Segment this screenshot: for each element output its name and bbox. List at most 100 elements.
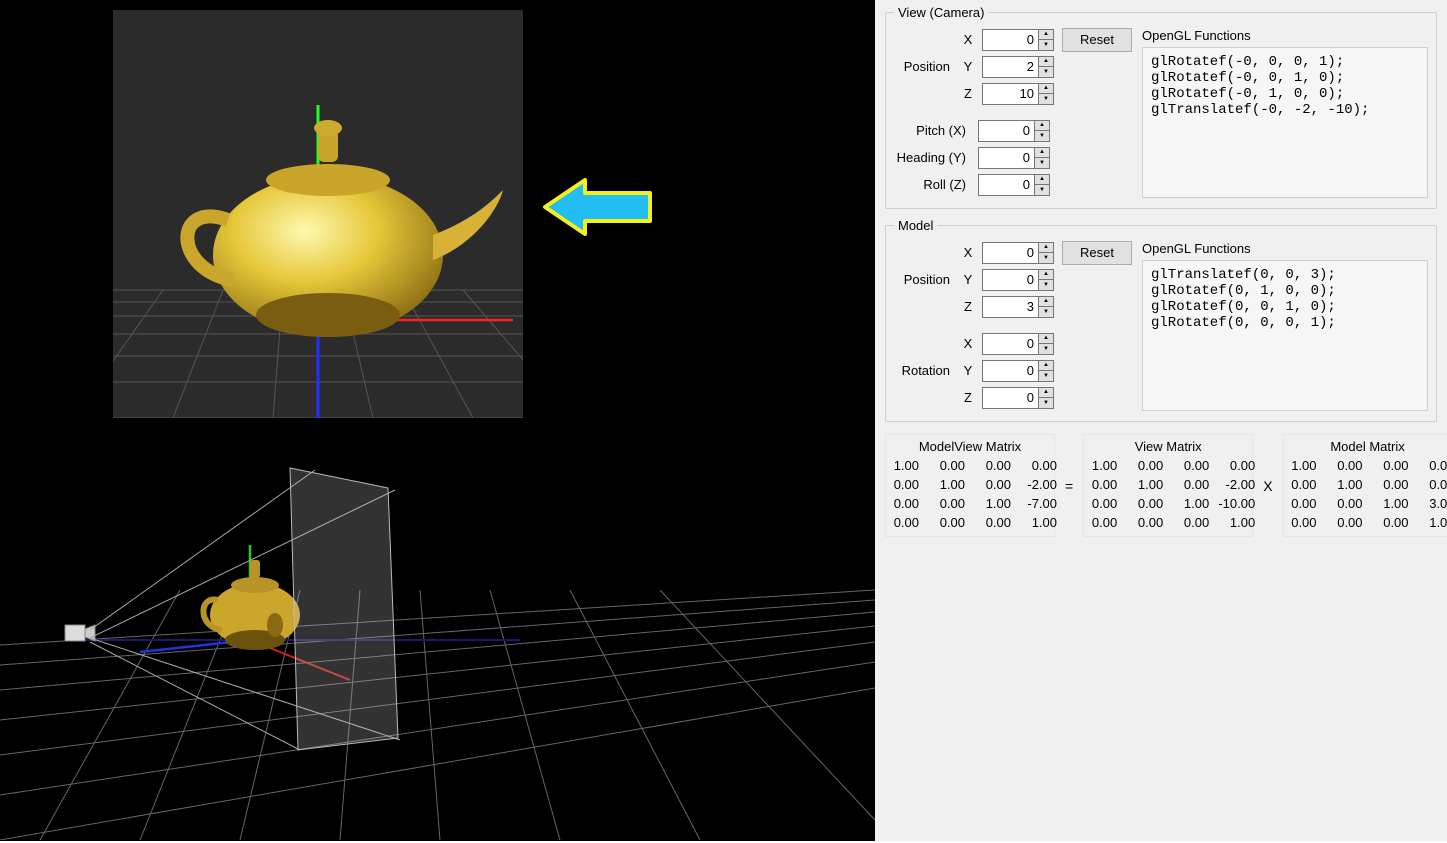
view-x-label: X [962,32,974,47]
model-pos-y-input[interactable] [982,269,1038,291]
matrix-cell: 0.00 [881,477,921,492]
matrix-cell: 0.00 [927,515,967,530]
view-roll-spinner[interactable]: ▲▼ [978,174,1050,196]
model-pos-x-spinner[interactable]: ▲▼ [982,242,1054,264]
mv-grid: 1.000.000.000.000.001.000.00-2.000.000.0… [881,458,1059,530]
model-reset-button[interactable]: Reset [1062,241,1132,265]
spin-up-icon[interactable]: ▲ [1038,387,1054,398]
view-pos-x-spinner[interactable]: ▲▼ [982,29,1054,51]
m-title: Model Matrix [1330,435,1404,458]
model-x-label: X [962,245,974,260]
camera-viewport[interactable] [113,10,523,418]
spin-up-icon[interactable]: ▲ [1038,296,1054,307]
matrix-cell: 3.00 [1417,496,1447,511]
matrix-cell: 1.00 [881,458,921,473]
spin-up-icon[interactable]: ▲ [1034,147,1050,158]
matrix-cell: 1.00 [927,477,967,492]
model-position-label: Position [894,272,954,287]
spin-down-icon[interactable]: ▼ [1038,306,1054,318]
model-z-label: Z [962,299,974,314]
model-pos-z-input[interactable] [982,296,1038,318]
matrix-cell: -10.00 [1217,496,1257,511]
matrix-cell: 1.00 [1279,458,1319,473]
spin-up-icon[interactable]: ▲ [1034,120,1050,131]
spin-down-icon[interactable]: ▼ [1038,370,1054,382]
matrix-cell: 0.00 [1079,477,1119,492]
spin-down-icon[interactable]: ▼ [1034,130,1050,142]
matrix-cell: 1.00 [1079,458,1119,473]
matrix-cell: 1.00 [1371,496,1411,511]
view-heading-spinner[interactable]: ▲▼ [978,147,1050,169]
view-pos-y-input[interactable] [982,56,1038,78]
matrix-cell: 0.00 [1079,496,1119,511]
spin-down-icon[interactable]: ▼ [1038,397,1054,409]
view-roll-input[interactable] [978,174,1034,196]
matrix-cell: 0.00 [927,458,967,473]
spin-down-icon[interactable]: ▼ [1038,279,1054,291]
model-rot-z-spinner[interactable]: ▲▼ [982,387,1054,409]
matrix-cell: 0.00 [881,496,921,511]
matrix-cell: 0.00 [1325,515,1365,530]
matrix-cell: 0.00 [1171,515,1211,530]
world-viewport[interactable] [0,430,875,840]
mv-title: ModelView Matrix [919,435,1021,458]
view-y-label: Y [962,59,974,74]
view-matrix: View Matrix 1.000.000.000.000.001.000.00… [1083,434,1253,537]
equals-sign: = [1063,478,1075,494]
spin-down-icon[interactable]: ▼ [1034,157,1050,169]
view-z-label: Z [962,86,974,101]
matrix-cell: 1.00 [1217,515,1257,530]
spin-down-icon[interactable]: ▼ [1034,184,1050,196]
view-pos-z-spinner[interactable]: ▲▼ [982,83,1054,105]
matrix-cell: 1.00 [1417,515,1447,530]
view-group: View (Camera) X ▲▼ Reset Position Y [885,5,1437,209]
v-grid: 1.000.000.000.000.001.000.00-2.000.000.0… [1079,458,1257,530]
model-rot-y-spinner[interactable]: ▲▼ [982,360,1054,382]
spin-down-icon[interactable]: ▼ [1038,66,1054,78]
spin-up-icon[interactable]: ▲ [1034,174,1050,185]
model-rot-y-input[interactable] [982,360,1038,382]
view-heading-input[interactable] [978,147,1034,169]
arrow-icon [540,175,655,239]
matrix-cell: 0.00 [1371,477,1411,492]
spin-down-icon[interactable]: ▼ [1038,93,1054,105]
view-heading-label: Heading (Y) [894,150,970,165]
camera-scene [113,10,523,418]
spin-down-icon[interactable]: ▼ [1038,39,1054,51]
view-pos-x-input[interactable] [982,29,1038,51]
spin-up-icon[interactable]: ▲ [1038,269,1054,280]
spin-up-icon[interactable]: ▲ [1038,29,1054,40]
view-pos-z-input[interactable] [982,83,1038,105]
spin-up-icon[interactable]: ▲ [1038,333,1054,344]
model-pos-y-spinner[interactable]: ▲▼ [982,269,1054,291]
view-reset-button[interactable]: Reset [1062,28,1132,52]
spin-up-icon[interactable]: ▲ [1038,56,1054,67]
model-rot-z-input[interactable] [982,387,1038,409]
spin-up-icon[interactable]: ▲ [1038,83,1054,94]
matrix-cell: 0.00 [1171,477,1211,492]
matrix-cell: 0.00 [1125,496,1165,511]
model-pos-x-input[interactable] [982,242,1038,264]
model-pos-z-spinner[interactable]: ▲▼ [982,296,1054,318]
spin-down-icon[interactable]: ▼ [1038,343,1054,355]
matrix-cell: -7.00 [1019,496,1059,511]
spin-up-icon[interactable]: ▲ [1038,242,1054,253]
spin-down-icon[interactable]: ▼ [1038,252,1054,264]
model-rot-x-input[interactable] [982,333,1038,355]
matrix-cell: 0.00 [973,477,1013,492]
matrix-cell: -2.00 [1217,477,1257,492]
view-pitch-input[interactable] [978,120,1034,142]
matrix-cell: 1.00 [1171,496,1211,511]
spin-up-icon[interactable]: ▲ [1038,360,1054,371]
model-rot-x-spinner[interactable]: ▲▼ [982,333,1054,355]
world-scene [0,430,875,840]
model-legend: Model [894,218,937,233]
matrix-cell: 0.00 [1217,458,1257,473]
view-pitch-spinner[interactable]: ▲▼ [978,120,1050,142]
matrix-cell: 0.00 [1279,515,1319,530]
model-ry-label: Y [962,363,974,378]
m-grid: 1.000.000.000.000.001.000.000.000.000.00… [1279,458,1447,530]
matrix-cell: 0.00 [1371,458,1411,473]
viewport-panel [0,0,875,841]
view-pos-y-spinner[interactable]: ▲▼ [982,56,1054,78]
